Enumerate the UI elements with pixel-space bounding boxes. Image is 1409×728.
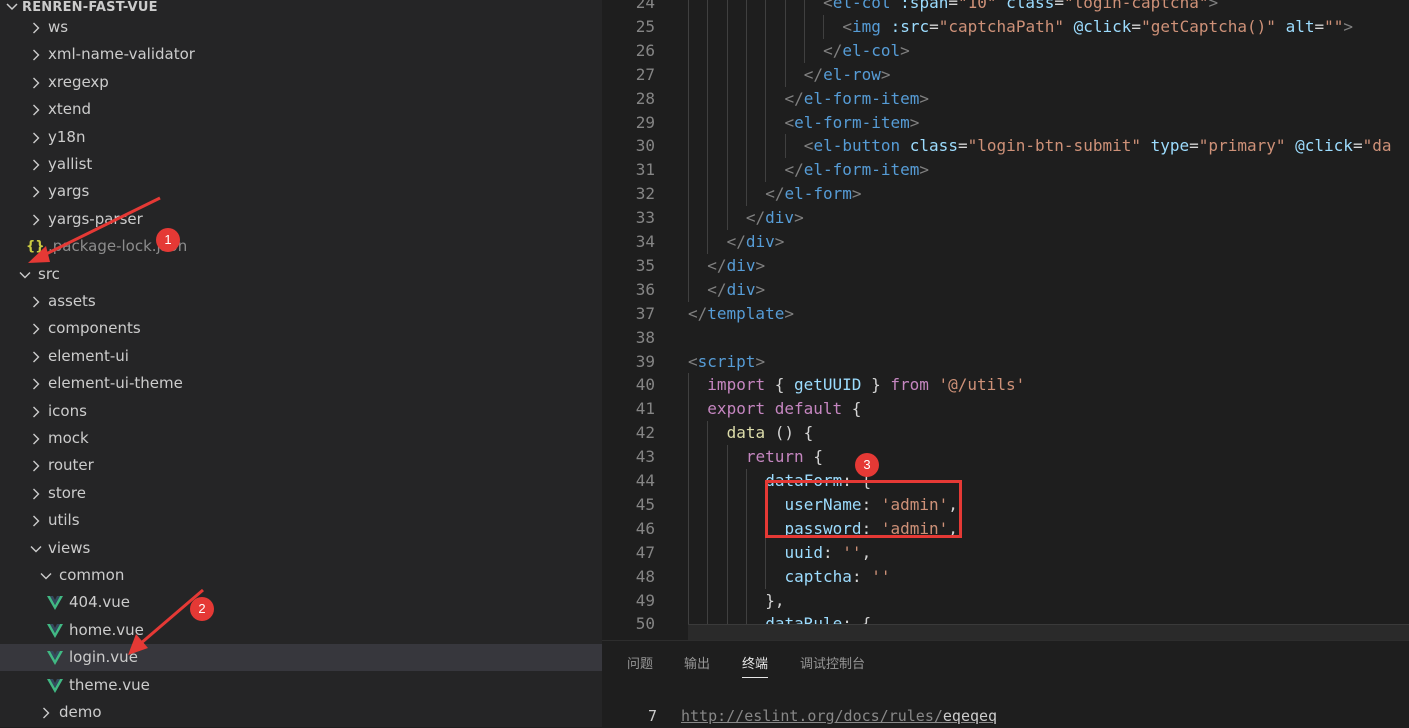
annotation-badge-1: 1 (156, 228, 180, 252)
annotation-badge-2: 2 (190, 597, 214, 621)
annotation-highlight-box (765, 480, 962, 538)
arrow-to-src (28, 196, 161, 263)
annotation-arrows (28, 196, 204, 655)
annotation-badge-3: 3 (855, 453, 879, 477)
arrow-to-login-vue (128, 588, 204, 655)
